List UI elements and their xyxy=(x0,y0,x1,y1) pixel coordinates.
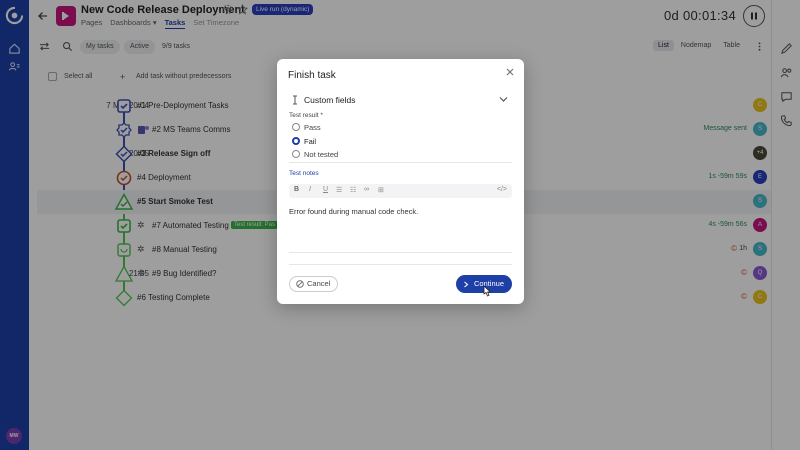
cancel-icon xyxy=(296,280,304,288)
underline-icon[interactable]: U xyxy=(323,186,328,193)
radio-pass[interactable] xyxy=(292,123,300,131)
italic-icon[interactable]: I xyxy=(309,186,311,193)
divider xyxy=(289,264,512,265)
bold-icon[interactable]: B xyxy=(294,186,299,193)
bullet-list-icon[interactable]: ☰ xyxy=(336,186,342,194)
rich-text-toolbar: B I U ☰ ☷ ∞ ⊞ </> xyxy=(289,184,512,198)
test-notes-label: Test notes xyxy=(289,170,319,177)
cancel-button[interactable]: Cancel xyxy=(289,276,339,292)
test-notes-input[interactable]: Error found during manual code check. xyxy=(289,207,418,216)
numbered-list-icon[interactable]: ☷ xyxy=(350,186,356,194)
radio-not-tested-label: Not tested xyxy=(304,150,339,159)
mouse-cursor-icon xyxy=(483,285,492,297)
radio-fail-label: Fail xyxy=(304,137,317,146)
table-icon[interactable]: ⊞ xyxy=(378,186,384,194)
link-icon[interactable]: ∞ xyxy=(364,186,369,193)
dialog-title: Finish task xyxy=(288,70,336,81)
divider xyxy=(289,162,512,163)
divider xyxy=(289,252,512,253)
custom-fields-section-header[interactable]: Custom fields xyxy=(291,91,510,109)
radio-pass-label: Pass xyxy=(304,123,321,132)
text-cursor-icon xyxy=(293,95,297,105)
test-result-label: Test result * xyxy=(289,112,323,119)
radio-fail[interactable] xyxy=(292,137,300,145)
code-icon[interactable]: </> xyxy=(497,186,507,193)
chevron-down-icon[interactable] xyxy=(499,96,508,103)
close-icon[interactable] xyxy=(505,67,515,77)
chevron-right-icon xyxy=(464,281,469,288)
finish-task-dialog: Finish task Custom fields Test result * … xyxy=(277,59,524,304)
radio-not-tested[interactable] xyxy=(292,150,300,158)
